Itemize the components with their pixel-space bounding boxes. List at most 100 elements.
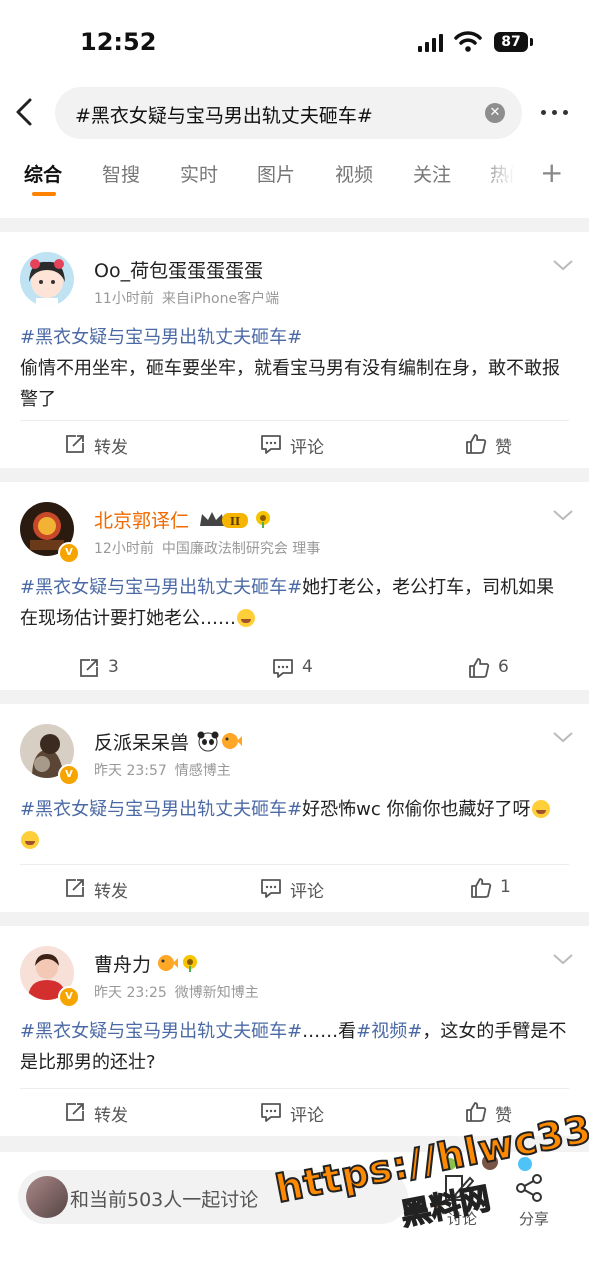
username[interactable]: 北京郭译仁 bbox=[94, 506, 189, 533]
comment-label: 评论 bbox=[290, 1106, 324, 1126]
avatar[interactable] bbox=[20, 252, 74, 306]
username[interactable]: Oo_荷包蛋蛋蛋蛋蛋 bbox=[94, 256, 263, 283]
post-time: 11小时前 bbox=[94, 291, 154, 307]
post-card[interactable]: V 曹舟力 昨天 23:25 微博新知博主 #黑衣女疑与宝马男出轨丈夫砸车#……看… bbox=[0, 926, 589, 1136]
clock: 12:52 bbox=[80, 28, 157, 56]
svg-text:II: II bbox=[230, 515, 240, 528]
comment-icon bbox=[261, 879, 281, 898]
sunflower-badge-icon bbox=[183, 955, 197, 972]
post-text: 偷情不用坐牢，砸车要坐牢，就看宝马男有没有编制在身，敢不敢报警了 bbox=[20, 358, 560, 410]
post-content[interactable]: #黑衣女疑与宝马男出轨丈夫砸车# 偷情不用坐牢，砸车要坐牢，就看宝马男有没有编制… bbox=[20, 322, 570, 415]
tab-smart-search[interactable]: 智搜 bbox=[102, 160, 140, 187]
repost-icon bbox=[66, 435, 84, 453]
username[interactable]: 曹舟力 bbox=[94, 950, 151, 977]
verified-badge-icon: V bbox=[58, 986, 80, 1008]
tab-following[interactable]: 关注 bbox=[413, 160, 451, 187]
search-input[interactable]: #黑衣女疑与宝马男出轨丈夫砸车# ✕ bbox=[55, 87, 522, 139]
hashtag-link[interactable]: #视频# bbox=[356, 1021, 422, 1042]
status-bar: 12:52 87 bbox=[0, 0, 589, 80]
repost-label: 转发 bbox=[94, 882, 128, 902]
divider bbox=[20, 420, 569, 421]
post-source: 微博新知博主 bbox=[174, 985, 259, 1001]
repost-icon bbox=[66, 879, 84, 897]
hashtag-link[interactable]: #黑衣女疑与宝马男出轨丈夫砸车# bbox=[20, 577, 302, 598]
discussion-prompt[interactable]: 和当前503人一起讨论 bbox=[70, 1185, 258, 1212]
post-time: 昨天 23:57 bbox=[94, 763, 167, 779]
comment-icon bbox=[273, 659, 293, 678]
avatar bbox=[26, 1176, 68, 1218]
repost-icon bbox=[80, 659, 98, 677]
verified-badge-icon: V bbox=[58, 542, 80, 564]
tab-videos[interactable]: 视频 bbox=[335, 160, 373, 187]
like-count: 1 bbox=[500, 877, 511, 897]
share-button[interactable]: 分享 bbox=[512, 1172, 552, 1228]
search-tabs: 综合 智搜 实时 图片 视频 关注 热门 + bbox=[0, 148, 589, 204]
share-icon bbox=[516, 1174, 542, 1202]
thumbs-up-icon bbox=[466, 1102, 487, 1122]
post-text: 好恐怖wc 你偷你也藏好了呀 bbox=[302, 799, 531, 820]
post-content[interactable]: #黑衣女疑与宝马男出轨丈夫砸车#她打老公，老公打车，司机如果在现场估计要打她老公… bbox=[20, 572, 570, 634]
tab-images[interactable]: 图片 bbox=[257, 160, 295, 187]
repost-icon bbox=[66, 1103, 84, 1121]
hashtag-link[interactable]: #黑衣女疑与宝马男出轨丈夫砸车# bbox=[20, 799, 302, 820]
post-meta: 12小时前 中国廉政法制研究会 理事 bbox=[94, 538, 320, 558]
like-label: 赞 bbox=[495, 1106, 512, 1126]
tab-realtime[interactable]: 实时 bbox=[180, 160, 218, 187]
sunflower-badge-icon bbox=[256, 511, 270, 528]
post-source: 中国廉政法制研究会 理事 bbox=[161, 541, 321, 557]
post-text: ……看 bbox=[302, 1021, 357, 1042]
post-card[interactable]: Oo_荷包蛋蛋蛋蛋蛋 11小时前 来自iPhone客户端 #黑衣女疑与宝马男出轨丈… bbox=[0, 232, 589, 468]
active-tab-indicator bbox=[32, 192, 56, 196]
discussion-input[interactable]: 和当前503人一起讨论 bbox=[18, 1170, 408, 1224]
post-content[interactable]: #黑衣女疑与宝马男出轨丈夫砸车#好恐怖wc 你偷你也藏好了呀 bbox=[20, 794, 570, 856]
share-label: 分享 bbox=[518, 1210, 549, 1228]
comment-icon bbox=[261, 435, 281, 454]
chevron-down-icon[interactable] bbox=[552, 952, 574, 966]
vip-crown-icon: II bbox=[200, 512, 248, 528]
post-actions: 转发 评论 1 bbox=[0, 864, 589, 912]
like-count: 6 bbox=[498, 657, 509, 677]
post-card[interactable]: V 反派呆呆兽 昨天 23:57 情感博主 #黑衣女疑与宝马男出轨丈夫砸车#好恐怖… bbox=[0, 704, 589, 912]
like-label: 赞 bbox=[495, 438, 512, 458]
back-arrow-icon[interactable] bbox=[10, 92, 40, 132]
wifi-icon bbox=[454, 31, 482, 52]
search-query[interactable]: #黑衣女疑与宝马男出轨丈夫砸车# bbox=[75, 101, 373, 128]
post-source: 来自iPhone客户端 bbox=[161, 291, 280, 307]
edit-icon bbox=[445, 1175, 475, 1201]
tabs-fade bbox=[478, 148, 528, 204]
laugh-cry-emoji-icon bbox=[531, 800, 550, 818]
comment-label: 评论 bbox=[290, 438, 324, 458]
pufferfish-badge-icon bbox=[222, 733, 242, 749]
chevron-down-icon[interactable] bbox=[552, 508, 574, 522]
battery-indicator: 87 bbox=[494, 32, 528, 52]
thumbs-up-icon bbox=[469, 658, 490, 678]
repost-count: 3 bbox=[108, 657, 119, 677]
chevron-down-icon[interactable] bbox=[552, 730, 574, 744]
more-options-icon[interactable] bbox=[538, 104, 572, 120]
divider bbox=[20, 864, 569, 865]
post-time: 12小时前 bbox=[94, 541, 154, 557]
divider bbox=[20, 1088, 569, 1089]
post-actions: 3 4 6 bbox=[0, 644, 589, 692]
pufferfish-badge-icon bbox=[158, 955, 178, 971]
comment-icon bbox=[261, 1103, 281, 1122]
post-actions: 转发 评论 赞 bbox=[0, 420, 589, 468]
laugh-cry-emoji-icon bbox=[237, 609, 255, 627]
username[interactable]: 反派呆呆兽 bbox=[94, 728, 189, 755]
bottom-discussion-bar: 和当前503人一起讨论 讨论 分享 bbox=[0, 1152, 589, 1280]
clear-search-icon[interactable]: ✕ bbox=[485, 103, 505, 123]
laugh-cry-emoji-icon bbox=[21, 831, 39, 849]
repost-label: 转发 bbox=[94, 438, 128, 458]
hashtag-link[interactable]: #黑衣女疑与宝马男出轨丈夫砸车# bbox=[20, 327, 302, 348]
post-content[interactable]: #黑衣女疑与宝马男出轨丈夫砸车#……看#视频#，这女的手臂是不是比那男的还壮? bbox=[20, 1016, 570, 1078]
post-meta: 11小时前 来自iPhone客户端 bbox=[94, 288, 279, 308]
post-card[interactable]: V 北京郭译仁 II 12小时前 中国廉政法制研究会 理事 #黑衣女疑与宝马男出轨… bbox=[0, 482, 589, 690]
chevron-down-icon[interactable] bbox=[552, 258, 574, 272]
hashtag-link[interactable]: #黑衣女疑与宝马男出轨丈夫砸车# bbox=[20, 1021, 302, 1042]
add-tab-icon[interactable]: + bbox=[540, 156, 563, 189]
tab-comprehensive[interactable]: 综合 bbox=[24, 160, 62, 187]
post-meta: 昨天 23:25 微博新知博主 bbox=[94, 982, 259, 1002]
discuss-button[interactable]: 讨论 bbox=[440, 1172, 480, 1228]
comment-count: 4 bbox=[302, 657, 313, 677]
post-actions: 转发 评论 赞 bbox=[0, 1088, 589, 1136]
